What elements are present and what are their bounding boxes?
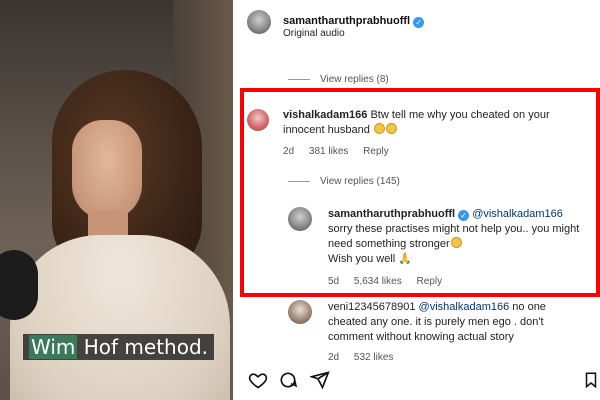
video-frame[interactable]: Wim Hof method. — [0, 0, 233, 400]
view-replies-thread1[interactable]: View replies (8) — [288, 74, 389, 85]
veni-time: 2d — [328, 352, 340, 360]
video-caption: Wim Hof method. — [23, 334, 214, 360]
verified-badge-icon: ✓ — [413, 17, 425, 28]
veni-comment: veni12345678901 @vishalkadam166 no one c… — [328, 300, 586, 345]
header-username[interactable]: samantharuthprabhuoffl — [283, 15, 410, 27]
microphone — [0, 250, 38, 320]
person-sweater — [10, 235, 230, 400]
heart-icon[interactable] — [248, 370, 268, 390]
veni-likes[interactable]: 532 likes — [354, 352, 393, 360]
comments-panel: samantharuthprabhuoffl ✓ Original audio V… — [233, 0, 600, 400]
caption-rest: Hof method. — [77, 335, 208, 359]
veni-mention[interactable]: @vishalkadam166 — [419, 301, 510, 313]
bookmark-icon[interactable] — [582, 370, 600, 390]
comment-icon[interactable] — [278, 370, 298, 390]
header-avatar[interactable] — [247, 10, 271, 34]
caption-highlight: Wim — [29, 335, 78, 359]
action-bar — [248, 370, 600, 392]
divider — [288, 79, 310, 80]
share-icon[interactable] — [310, 370, 330, 390]
veni-username[interactable]: veni12345678901 — [328, 301, 415, 313]
view-replies-thread1-label: View replies (8) — [320, 74, 389, 85]
veni-avatar[interactable] — [288, 300, 312, 324]
highlight-box — [240, 88, 600, 297]
veni-meta: 2d 532 likes — [328, 352, 405, 360]
header-subtitle[interactable]: Original audio — [283, 28, 345, 39]
person-face — [72, 120, 142, 220]
